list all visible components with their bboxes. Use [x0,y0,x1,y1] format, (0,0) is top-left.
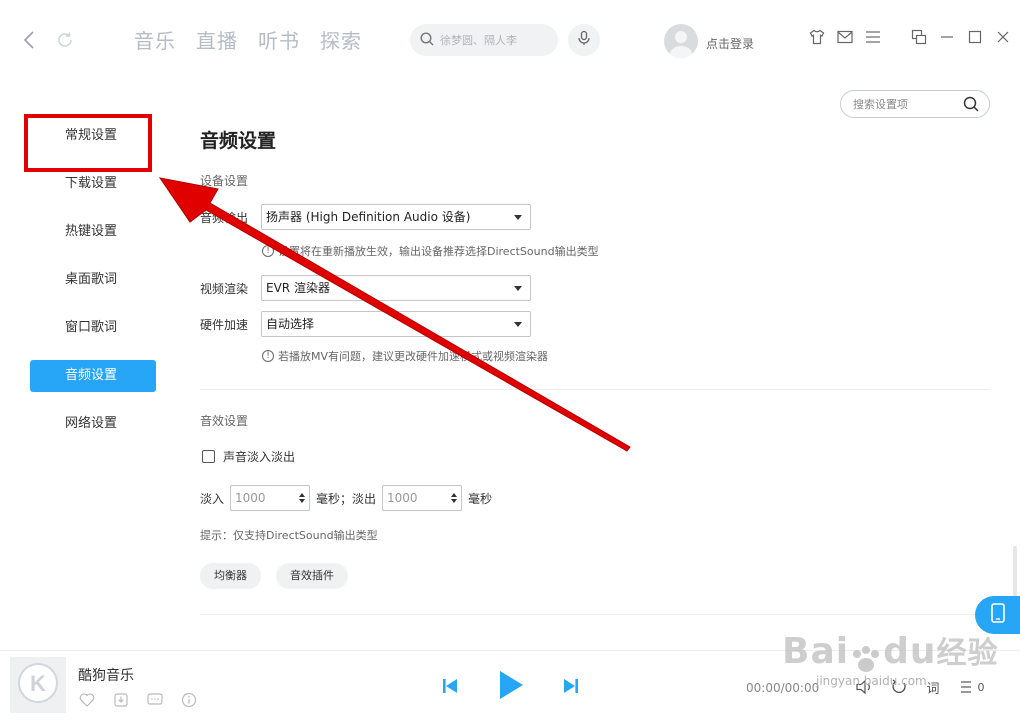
microphone-icon [576,30,592,50]
playlist-button[interactable]: 0 [956,677,988,697]
song-actions [78,691,198,709]
directsound-hint: 提示：仅支持DirectSound输出类型 [200,529,378,542]
video-render-label: 视频渲染 [200,282,249,296]
comment-icon[interactable] [146,691,164,709]
search-icon[interactable] [963,96,979,116]
tab-music[interactable]: 音乐 [134,26,176,56]
info-icon: ! [262,350,274,362]
playlist-count: 0 [977,680,985,694]
song-title: 酷狗音乐 [78,668,134,684]
next-track-icon[interactable] [561,675,581,697]
tab-explore[interactable]: 探索 [320,26,362,56]
previous-track-icon[interactable] [440,675,460,697]
close-icon[interactable] [994,28,1012,46]
avatar[interactable] [664,24,698,58]
video-render-select[interactable]: EVR 渲染器 [261,275,531,301]
lyrics-button[interactable]: 词 [922,677,944,697]
chevron-down-icon [514,322,522,327]
ms-label: 毫秒 [468,491,493,506]
hw-accel-select[interactable]: 自动选择 [261,311,531,337]
player-bar: K 酷狗音乐 00:00/00:00 词 0 [0,650,1020,720]
refresh-icon[interactable] [52,27,78,53]
hw-note: ! 若播放MV有问题，建议更改硬件加速模式或视频渲染器 [262,348,548,364]
download-icon[interactable] [112,691,130,709]
search-icon [420,31,434,50]
equalizer-button[interactable]: 均衡器 [200,563,261,589]
stepper-down-icon[interactable] [299,499,306,503]
top-bar: 音乐 直播 听书 探索 点击登录 [0,0,1020,80]
minimize-icon[interactable] [938,28,956,46]
output-note: ! 设置将在重新播放生效，输出设备推荐选择DirectSound输出类型 [262,243,599,259]
fade-out-label: 毫秒；淡出 [316,491,377,506]
play-icon[interactable] [496,669,526,701]
skin-shirt-icon[interactable] [808,28,826,46]
fade-checkbox-row[interactable]: 声音淡入淡出 [202,448,295,465]
video-render-value: EVR 渲染器 [266,281,330,295]
sidebar-item-network[interactable]: 网络设置 [30,408,156,440]
svg-text:K: K [30,671,46,696]
effect-section-label: 音效设置 [200,414,249,428]
top-search-input[interactable] [440,33,540,47]
menu-icon[interactable] [864,28,882,46]
sidebar-item-general[interactable]: 常规设置 [30,120,156,152]
audio-output-select[interactable]: 扬声器 (High Definition Audio 设备) [261,204,531,230]
volume-icon[interactable] [854,677,876,697]
player-right-controls: 词 0 [854,677,988,697]
section-divider [200,389,990,390]
section-divider [200,614,990,615]
fade-checkbox[interactable] [202,450,215,463]
fade-in-stepper[interactable]: 1000 [230,485,311,511]
phone-icon [990,603,1005,627]
stepper-down-icon[interactable] [451,499,458,503]
stepper-up-icon[interactable] [451,493,458,497]
window-controls [808,28,1012,46]
fade-in-value: 1000 [235,491,266,505]
mini-mode-icon[interactable] [910,28,928,46]
info-icon: ! [262,245,274,257]
settings-sidebar: 常规设置 下载设置 热键设置 桌面歌词 窗口歌词 音频设置 网络设置 [30,120,156,456]
back-arrow-icon[interactable] [16,27,42,53]
page-title: 音频设置 [200,130,277,152]
settings-search-input[interactable] [853,97,963,111]
fade-settings-row: 淡入 1000 毫秒；淡出 1000 毫秒 [200,485,492,511]
login-link[interactable]: 点击登录 [706,35,754,52]
mail-icon[interactable] [836,28,854,46]
sidebar-item-window-lyrics[interactable]: 窗口歌词 [30,312,156,344]
fade-out-stepper[interactable]: 1000 [382,485,463,511]
stepper-up-icon[interactable] [299,493,306,497]
output-note-text: 设置将在重新播放生效，输出设备推荐选择DirectSound输出类型 [278,245,599,258]
device-section-label: 设备设置 [200,174,249,188]
sidebar-item-hotkeys[interactable]: 热键设置 [30,216,156,248]
repeat-icon[interactable] [888,677,910,697]
top-search-box[interactable] [410,24,558,56]
hw-note-text: 若播放MV有问题，建议更改硬件加速模式或视频渲染器 [278,350,549,363]
heart-icon[interactable] [78,691,96,709]
fade-checkbox-label: 声音淡入淡出 [223,450,296,464]
info-icon[interactable] [180,691,198,709]
settings-search-box[interactable] [840,90,990,118]
fade-in-label: 淡入 [200,491,225,506]
audio-output-value: 扬声器 (High Definition Audio 设备) [266,210,471,224]
chevron-down-icon [514,215,522,220]
hw-accel-value: 自动选择 [266,317,315,331]
audio-output-label: 音频输出 [200,211,249,225]
effect-plugin-button[interactable]: 音效插件 [276,563,348,589]
voice-search-button[interactable] [568,24,600,56]
sidebar-item-download[interactable]: 下载设置 [30,168,156,200]
tab-audiobook[interactable]: 听书 [258,26,300,56]
sidebar-item-desktop-lyrics[interactable]: 桌面歌词 [30,264,156,296]
main-tabs: 音乐 直播 听书 探索 [134,26,362,56]
tab-live[interactable]: 直播 [196,26,238,56]
play-time: 00:00/00:00 [746,681,820,695]
maximize-icon[interactable] [966,28,984,46]
hw-accel-label: 硬件加速 [200,318,249,332]
mobile-sync-button[interactable] [975,596,1020,634]
chevron-down-icon [514,286,522,291]
kugou-logo-icon: K [17,662,59,708]
album-cover[interactable]: K [10,657,66,713]
sidebar-item-audio[interactable]: 音频设置 [30,360,156,392]
fade-out-value: 1000 [387,491,418,505]
